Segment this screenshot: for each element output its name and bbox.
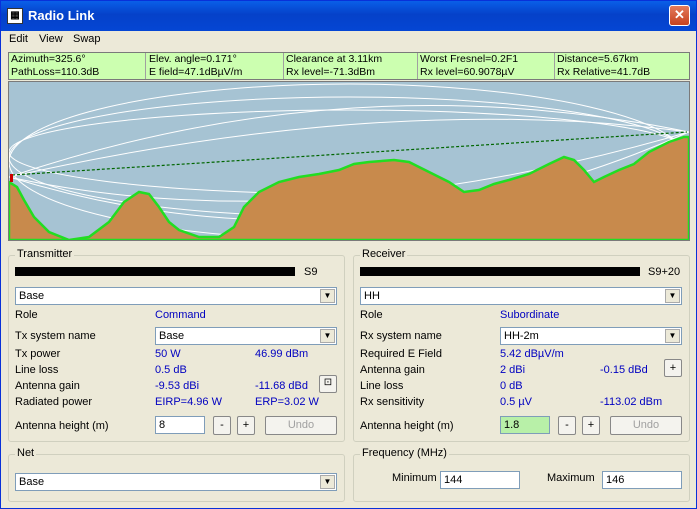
transmitter-group: Transmitter S9 Base ▼ Role Command Tx sys…	[8, 248, 345, 442]
frequency-legend: Frequency (MHz)	[360, 447, 449, 459]
rx-height-label: Antenna height (m)	[360, 420, 454, 432]
freq-max-input[interactable]: 146	[602, 471, 682, 489]
rx-gain-label: Antenna gain	[360, 364, 425, 376]
freq-min-label: Minimum	[392, 472, 437, 484]
rx-signal-meter	[360, 267, 640, 276]
menu-edit[interactable]: Edit	[9, 33, 28, 45]
tx-eirp-value: EIRP=4.96 W	[155, 396, 222, 408]
link-info-bar: Azimuth=325.6° Elev. angle=0.171° Cleara…	[8, 52, 690, 80]
tx-gain-label: Antenna gain	[15, 380, 80, 392]
title-bar[interactable]: ▦ Radio Link ✕	[1, 1, 696, 31]
window-title: Radio Link	[28, 8, 95, 23]
terrain-profile-graphic	[7, 82, 691, 242]
tx-power-label: Tx power	[15, 348, 61, 360]
rx-height-plus-button[interactable]: +	[582, 416, 600, 435]
rx-gain-dbd: -0.15 dBd	[600, 364, 648, 376]
distance-value: Distance=5.67km	[557, 53, 639, 65]
tx-unit-select[interactable]: Base ▼	[15, 287, 337, 305]
tx-power-dbm: 46.99 dBm	[255, 348, 309, 360]
tx-antenna-marker	[10, 174, 13, 182]
rx-system-label: Rx system name	[360, 330, 442, 342]
tx-gain-dbi: -9.53 dBi	[155, 380, 200, 392]
azimuth-value: Azimuth=325.6°	[9, 53, 146, 66]
chevron-down-icon: ▼	[320, 475, 335, 489]
net-select[interactable]: Base ▼	[15, 473, 337, 491]
freq-max-label: Maximum	[547, 472, 595, 484]
antenna-pattern-icon[interactable]: ⊡	[319, 375, 337, 393]
rx-role-label: Role	[360, 309, 383, 321]
efield-value: E field=47.1dBµV/m	[147, 66, 284, 79]
net-value: Base	[19, 476, 45, 488]
tx-height-label: Antenna height (m)	[15, 420, 109, 432]
rx-undo-button[interactable]: Undo	[610, 416, 682, 435]
tx-system-select[interactable]: Base ▼	[155, 327, 337, 345]
terrain-profile	[7, 81, 691, 242]
freq-min-input[interactable]: 144	[440, 471, 520, 489]
tx-meter-label: S9	[304, 266, 318, 278]
rx-sensitivity-label: Rx sensitivity	[360, 396, 425, 408]
app-icon: ▦	[7, 8, 23, 24]
rx-height-input[interactable]: 1.8	[500, 416, 550, 434]
rx-system-select[interactable]: HH-2m ▼	[500, 327, 682, 345]
chevron-down-icon: ▼	[665, 329, 680, 343]
close-button[interactable]: ✕	[669, 5, 690, 26]
clearance-value: Clearance at 3.11km	[284, 53, 418, 66]
pathloss-value: PathLoss=110.3dB	[9, 66, 146, 79]
rx-field-label: Required E Field	[360, 348, 442, 360]
tx-role-value: Command	[155, 309, 206, 321]
tx-lineloss-label: Line loss	[15, 364, 59, 376]
receiver-legend: Receiver	[360, 248, 408, 260]
tx-signal-meter	[15, 267, 295, 276]
tx-gain-dbd: -11.68 dBd	[255, 380, 309, 392]
tx-unit-value: Base	[19, 290, 45, 302]
tx-height-plus-button[interactable]: +	[237, 416, 255, 435]
chevron-down-icon: ▼	[320, 289, 335, 303]
rx-gain-dbi: 2 dBi	[500, 364, 526, 376]
transmitter-legend: Transmitter	[15, 248, 75, 260]
rx-sensitivity-dbm: -113.02 dBm	[600, 396, 663, 408]
frequency-group: Frequency (MHz) Minimum 144 Maximum 146	[353, 447, 690, 502]
rx-meter-label: S9+20	[648, 266, 681, 278]
tx-height-input[interactable]: 8	[155, 416, 205, 434]
rx-role-value: Subordinate	[500, 309, 560, 321]
chevron-down-icon: ▼	[665, 289, 680, 303]
tx-role-label: Role	[15, 309, 38, 321]
net-group: Net Base ▼	[8, 447, 345, 502]
tx-power-watts: 50 W	[155, 348, 181, 360]
elevation-value: Elev. angle=0.171°	[147, 53, 284, 66]
receiver-group: Receiver S9+20 HH ▼ Role Subordinate Rx s…	[353, 248, 690, 442]
rx-field-value: 5.42 dBµV/m	[500, 348, 564, 360]
menu-bar: Edit View Swap	[1, 31, 696, 49]
tx-system-value: Base	[159, 330, 185, 342]
chevron-down-icon: ▼	[320, 329, 335, 343]
rx-sensitivity-uv: 0.5 µV	[500, 396, 533, 408]
net-legend: Net	[15, 447, 37, 459]
rx-relative-value: Rx Relative=41.7dB	[557, 66, 651, 78]
tx-undo-button[interactable]: Undo	[265, 416, 337, 435]
tx-system-label: Tx system name	[15, 330, 96, 342]
rx-unit-select[interactable]: HH ▼	[360, 287, 682, 305]
rx-unit-value: HH	[364, 290, 380, 302]
tx-height-minus-button[interactable]: -	[213, 416, 231, 435]
rx-gain-plus-button[interactable]: +	[664, 359, 682, 377]
rx-height-minus-button[interactable]: -	[558, 416, 576, 435]
radio-link-window: ▦ Radio Link ✕ Edit View Swap Azimuth=32…	[0, 0, 697, 509]
tx-lineloss-value: 0.5 dB	[155, 364, 187, 376]
fresnel-value: Worst Fresnel=0.2F1	[418, 53, 555, 66]
tx-erp-value: ERP=3.02 W	[255, 396, 319, 408]
rx-system-value: HH-2m	[504, 330, 539, 342]
rx-lineloss-value: 0 dB	[500, 380, 523, 392]
rx-level-uv-value: Rx level=60.9078µV	[418, 66, 555, 79]
rx-lineloss-label: Line loss	[360, 380, 404, 392]
menu-view[interactable]: View	[39, 33, 63, 45]
tx-radiated-label: Radiated power	[15, 396, 93, 408]
rx-level-dbm-value: Rx level=-71.3dBm	[284, 66, 418, 79]
menu-swap[interactable]: Swap	[73, 33, 101, 45]
